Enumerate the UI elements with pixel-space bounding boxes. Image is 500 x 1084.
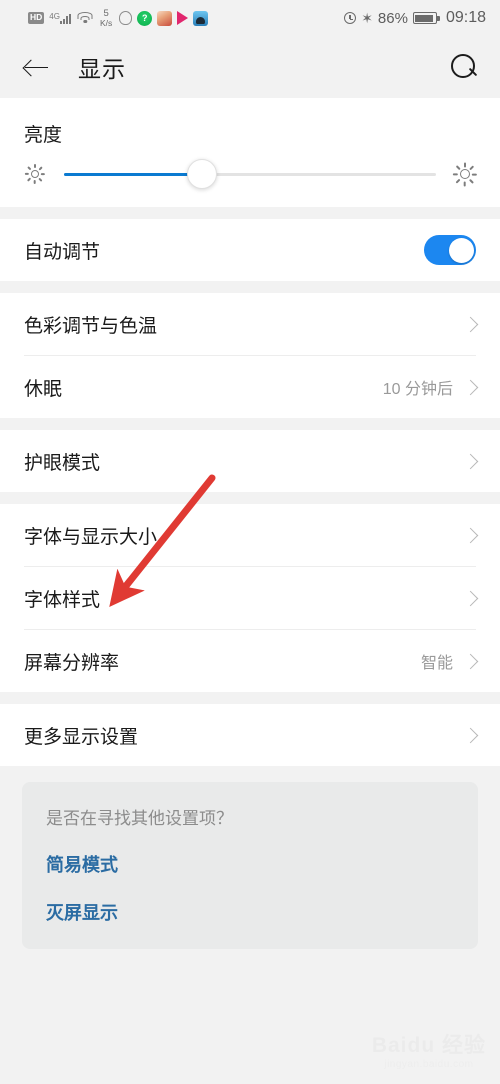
alarm-icon	[344, 12, 357, 24]
row-font-style[interactable]: 字体样式	[0, 567, 500, 629]
section-gap	[0, 281, 500, 293]
row-label: 护眼模式	[24, 452, 101, 474]
signal-bars-icon	[59, 13, 71, 24]
chevron-right-icon	[462, 590, 479, 606]
sun-high-icon	[453, 162, 477, 186]
battery-percent-label: 86%	[377, 9, 408, 27]
settings-section-4: 更多显示设置	[0, 704, 500, 766]
section-gap	[0, 418, 500, 430]
page-title: 显示	[78, 56, 126, 82]
row-text-and-display-size[interactable]: 字体与显示大小	[0, 504, 500, 566]
network-speed-unit: K/s	[99, 17, 113, 28]
network-speed-indicator: 5 K/s	[100, 9, 112, 27]
status-bar: HD 4G 5 K/s ✶ 86% 09:18	[0, 0, 500, 36]
watermark: Baidu 经验 jingyan.baidu.com	[372, 1035, 486, 1070]
wifi-icon	[77, 12, 93, 24]
ghost-icon	[119, 11, 133, 25]
chevron-right-icon	[462, 527, 479, 543]
row-label: 字体样式	[24, 589, 101, 611]
app-bar: 显示	[0, 36, 500, 98]
toggle-knob	[448, 237, 474, 263]
camera-icon	[193, 10, 209, 26]
row-auto-brightness[interactable]: 自动调节	[0, 219, 500, 281]
row-label: 屏幕分辨率	[24, 652, 120, 674]
bluetooth-icon: ✶	[361, 10, 373, 26]
chevron-right-icon	[462, 653, 479, 669]
auto-brightness-card: 自动调节	[0, 219, 500, 281]
settings-section-1: 色彩调节与色温 休眠 10 分钟后	[0, 293, 500, 418]
brightness-slider-row[interactable]	[0, 147, 500, 207]
row-more-display-settings[interactable]: 更多显示设置	[0, 704, 500, 766]
auto-brightness-toggle[interactable]	[424, 235, 476, 265]
row-sleep[interactable]: 休眠 10 分钟后	[0, 356, 500, 418]
brightness-slider-thumb[interactable]	[186, 159, 217, 189]
suggestion-link-simple-mode[interactable]: 简易模式	[46, 851, 454, 877]
brightness-slider-track[interactable]	[64, 159, 436, 189]
qq-green-icon	[137, 10, 153, 26]
settings-section-2: 护眼模式	[0, 430, 500, 492]
suggestion-card-wrapper: 是否在寻找其他设置项？ 简易模式 灭屏显示	[0, 766, 500, 949]
search-icon[interactable]	[451, 53, 478, 81]
row-eye-comfort[interactable]: 护眼模式	[0, 430, 500, 492]
brightness-card: 亮度	[0, 98, 500, 207]
chevron-right-icon	[462, 379, 479, 395]
back-arrow-icon[interactable]	[22, 53, 50, 81]
video-play-icon	[177, 11, 189, 25]
row-label: 色彩调节与色温	[24, 315, 158, 337]
section-gap	[0, 207, 500, 219]
suggestion-card: 是否在寻找其他设置项？ 简易模式 灭屏显示	[22, 782, 478, 949]
chevron-right-icon	[462, 727, 479, 743]
clock-label: 09:18	[445, 9, 486, 26]
section-gap	[0, 692, 500, 704]
row-label: 休眠	[24, 378, 63, 400]
watermark-sub: jingyan.baidu.com	[384, 1059, 474, 1070]
row-label: 字体与显示大小	[24, 526, 158, 548]
brightness-label: 亮度	[24, 125, 63, 146]
row-label: 自动调节	[24, 241, 101, 263]
chevron-right-icon	[462, 453, 479, 469]
chevron-right-icon	[462, 316, 479, 332]
suggestion-link-always-on-display[interactable]: 灭屏显示	[46, 899, 454, 925]
row-color-temperature[interactable]: 色彩调节与色温	[0, 293, 500, 355]
settings-content: 亮度 自动调节 色彩调节与色温 休眠 10 分钟后 护眼模式 字体与显示大小 字…	[0, 98, 500, 949]
status-bar-left: HD 4G 5 K/s	[14, 9, 344, 27]
hd-icon: HD	[28, 12, 45, 24]
gallery-icon	[157, 10, 173, 26]
row-value: 智能	[420, 655, 453, 672]
battery-icon	[412, 12, 440, 24]
watermark-main: Baidu 经验	[371, 1034, 486, 1057]
settings-section-3: 字体与显示大小 字体样式 屏幕分辨率 智能	[0, 504, 500, 692]
status-bar-right: ✶ 86% 09:18	[344, 9, 486, 27]
row-screen-resolution[interactable]: 屏幕分辨率 智能	[0, 630, 500, 692]
brightness-slider-fill	[64, 172, 202, 176]
network-type-label: 4G	[49, 11, 60, 21]
cellular-signal-icon: 4G	[49, 11, 71, 24]
sun-low-icon	[24, 163, 46, 185]
suggestion-question: 是否在寻找其他设置项？	[46, 809, 233, 828]
row-label: 更多显示设置	[24, 726, 139, 748]
section-gap	[0, 492, 500, 504]
row-value: 10 分钟后	[382, 381, 453, 398]
